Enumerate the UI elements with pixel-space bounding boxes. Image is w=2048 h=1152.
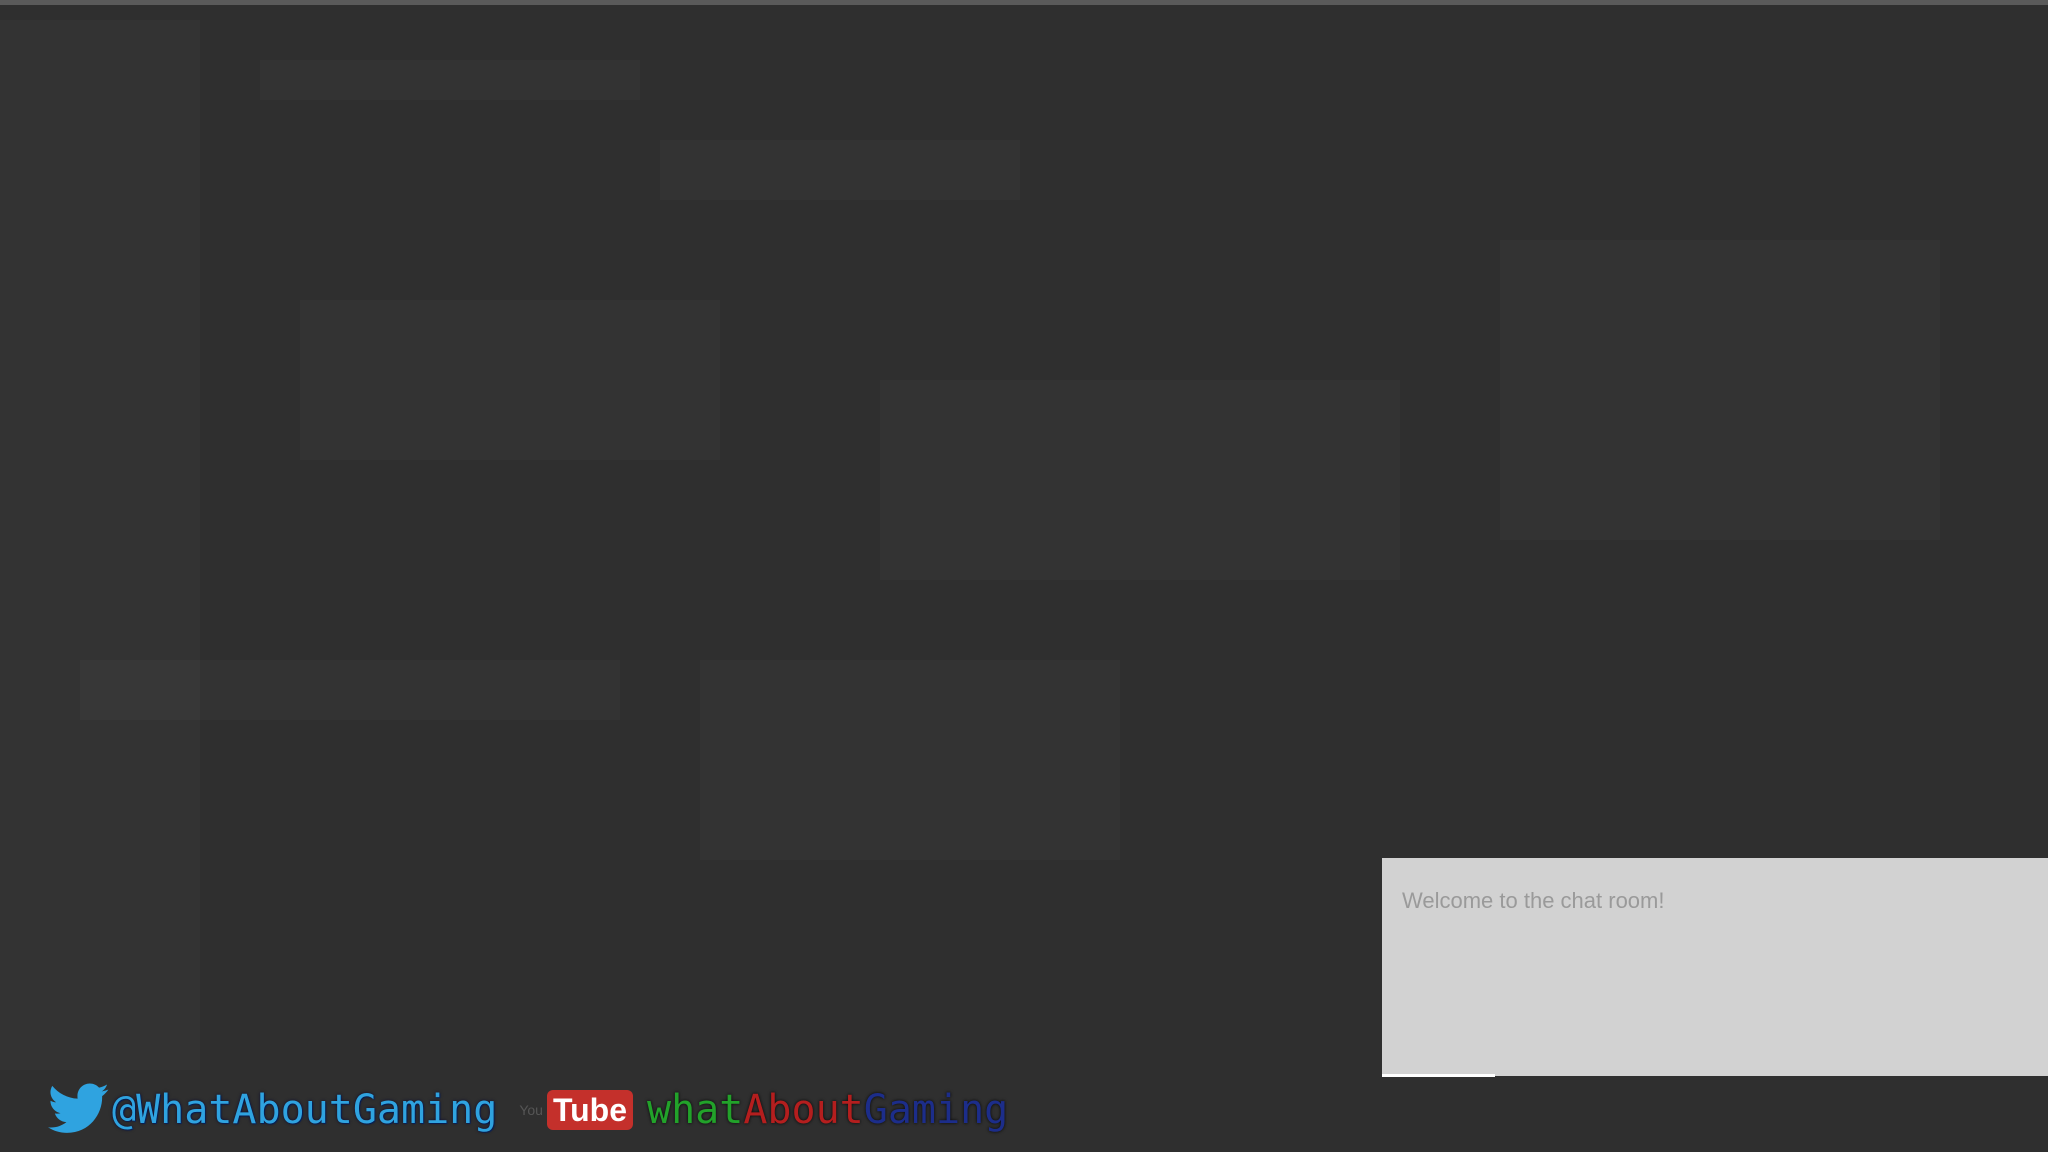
youtube-channel-part: Gaming [863, 1087, 1009, 1133]
twitter-handle: @WhatAboutGaming [112, 1087, 498, 1133]
background-texture [260, 60, 640, 100]
chat-panel-accent [1382, 1074, 1495, 1077]
background-texture [660, 140, 1020, 200]
background-texture [1500, 240, 1940, 540]
youtube-logo-icon: Tube [546, 1090, 633, 1130]
background-texture [80, 660, 620, 720]
background-texture [0, 20, 200, 1070]
twitter-bird-icon [47, 1083, 110, 1137]
top-border [0, 0, 2048, 5]
background-texture [700, 660, 1120, 860]
youtube-logo-prefix: You [519, 1102, 543, 1118]
social-bar: @WhatAboutGaming You Tube whatAboutGamin… [47, 1082, 1008, 1138]
background-texture [300, 300, 720, 460]
youtube-channel-part: what [647, 1087, 744, 1133]
youtube-channel-name: whatAboutGaming [647, 1087, 1008, 1133]
chat-welcome-message: Welcome to the chat room! [1402, 888, 1665, 913]
youtube-channel-part: About [743, 1087, 864, 1133]
chat-panel: Welcome to the chat room! [1382, 858, 2048, 1076]
background-texture [880, 380, 1400, 580]
stream-overlay: Welcome to the chat room! @WhatAboutGami… [0, 0, 2048, 1152]
